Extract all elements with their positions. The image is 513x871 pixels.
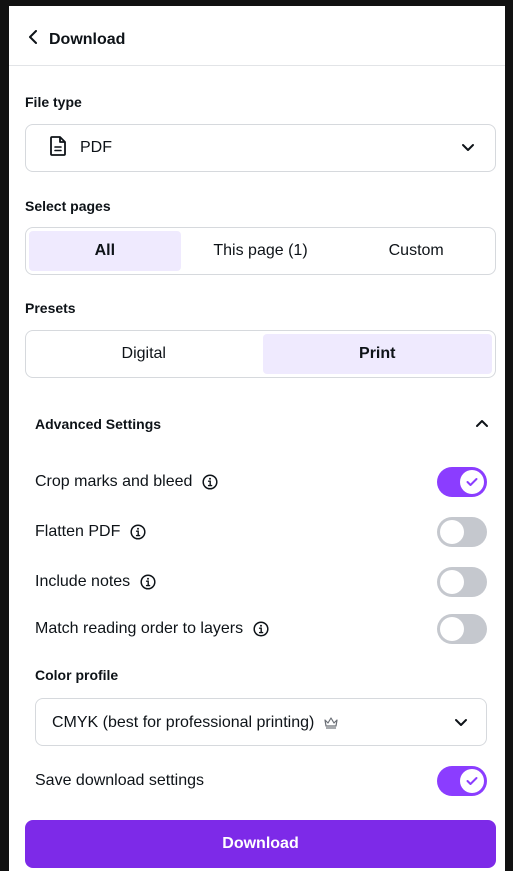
preset-option-print[interactable]: Print <box>262 334 492 374</box>
option-label: Crop marks and bleed <box>35 473 193 490</box>
flatten-pdf-toggle[interactable] <box>437 517 487 547</box>
reading-order-toggle[interactable] <box>437 614 487 644</box>
download-button[interactable]: Download <box>25 820 496 868</box>
file-type-label: File type <box>25 94 82 110</box>
advanced-settings-header[interactable]: Advanced Settings <box>35 412 489 436</box>
save-settings-toggle[interactable] <box>437 766 487 796</box>
toggle-knob <box>440 617 464 641</box>
crown-icon <box>324 717 338 729</box>
option-label: Match reading order to layers <box>35 620 244 637</box>
panel-title: Download <box>49 30 126 48</box>
panel-header: Download <box>9 6 505 66</box>
color-profile-select[interactable]: CMYK (best for professional printing) <box>35 698 487 746</box>
option-label: Flatten PDF <box>35 523 121 540</box>
chevron-down-icon <box>462 144 474 151</box>
option-label: Include notes <box>35 573 131 590</box>
info-icon[interactable] <box>130 524 146 540</box>
checkmark-icon <box>466 478 478 486</box>
advanced-settings-title: Advanced Settings <box>35 416 162 432</box>
color-profile-value: CMYK (best for professional printing) <box>52 714 315 731</box>
include-notes-toggle[interactable] <box>437 567 487 597</box>
option-row-save-settings: Save download settings <box>35 766 487 796</box>
chevron-down-icon <box>455 719 467 726</box>
document-icon <box>26 135 66 161</box>
chevron-left-icon <box>27 30 39 49</box>
download-panel: Download File type PDF Select pages All … <box>9 6 505 871</box>
option-row-reading-order: Match reading order to layers <box>35 614 487 644</box>
toggle-knob <box>460 470 484 494</box>
pages-option-custom[interactable]: Custom <box>340 231 492 271</box>
option-row-flatten-pdf: Flatten PDF <box>35 517 487 547</box>
crop-marks-toggle[interactable] <box>437 467 487 497</box>
file-type-select[interactable]: PDF <box>25 124 496 172</box>
window-frame-left <box>0 0 9 871</box>
back-button[interactable]: Download <box>27 30 125 49</box>
toggle-knob <box>460 769 484 793</box>
chevron-up-icon <box>476 420 488 427</box>
file-type-value: PDF <box>80 139 112 156</box>
select-pages-label: Select pages <box>25 198 111 214</box>
info-icon[interactable] <box>253 621 269 637</box>
checkmark-icon <box>466 777 478 785</box>
presets-label: Presets <box>25 300 76 316</box>
select-pages-segmented-control: All This page (1) Custom <box>25 227 496 275</box>
pages-option-all[interactable]: All <box>29 231 181 271</box>
option-label: Save download settings <box>35 772 204 789</box>
pages-option-this-page[interactable]: This page (1) <box>185 231 337 271</box>
window-frame-right <box>505 0 513 871</box>
preset-option-digital[interactable]: Digital <box>29 334 259 374</box>
option-row-include-notes: Include notes <box>35 567 487 597</box>
info-icon[interactable] <box>140 574 156 590</box>
color-profile-label: Color profile <box>35 667 119 683</box>
info-icon[interactable] <box>202 474 218 490</box>
option-row-crop-marks: Crop marks and bleed <box>35 467 487 497</box>
toggle-knob <box>440 520 464 544</box>
toggle-knob <box>440 570 464 594</box>
presets-segmented-control: Digital Print <box>25 330 496 378</box>
